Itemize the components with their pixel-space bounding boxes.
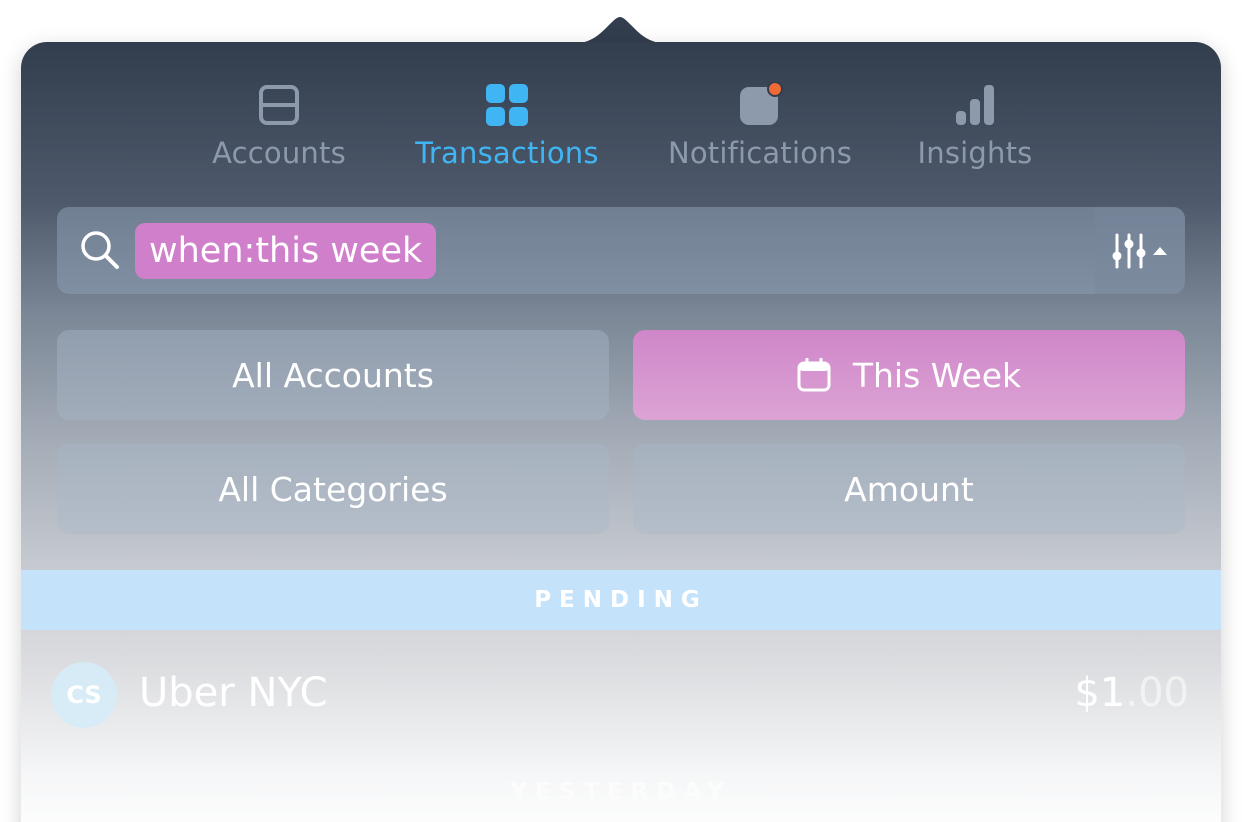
caret-up-icon: [1153, 246, 1167, 255]
all-accounts-button[interactable]: All Accounts: [57, 330, 609, 420]
insights-icon: [952, 82, 998, 128]
notifications-icon: [737, 82, 783, 128]
tab-transactions[interactable]: Transactions: [407, 82, 607, 178]
amount-cents: .00: [1125, 670, 1189, 716]
search-icon: [81, 231, 119, 269]
amount-button[interactable]: Amount: [633, 444, 1185, 534]
calendar-icon: [797, 358, 831, 392]
transactions-popover: Accounts Transactions Notifications Insi…: [21, 42, 1221, 822]
tab-bar: Accounts Transactions Notifications Insi…: [21, 82, 1221, 182]
sliders-icon: [1112, 233, 1167, 268]
tab-notifications[interactable]: Notifications: [663, 82, 857, 178]
search-token[interactable]: when:this week: [135, 223, 437, 279]
all-categories-label: All Categories: [218, 469, 448, 509]
tab-transactions-label: Transactions: [415, 136, 599, 170]
tab-insights[interactable]: Insights: [911, 82, 1039, 178]
this-week-button[interactable]: This Week: [633, 330, 1185, 420]
transaction-row[interactable]: CS Uber NYC $1.00: [21, 632, 1221, 752]
this-week-label: This Week: [852, 355, 1022, 395]
all-accounts-label: All Accounts: [232, 355, 434, 395]
avatar: CS: [51, 662, 117, 728]
transactions-icon: [484, 82, 530, 128]
all-categories-button[interactable]: All Categories: [57, 444, 609, 534]
popover-notch: [568, 17, 672, 44]
pending-section-header: PENDING: [21, 570, 1221, 630]
app-window: Accounts Transactions Notifications Insi…: [0, 0, 1242, 822]
amount-label: Amount: [844, 469, 974, 509]
amount-dollars: $1: [1074, 670, 1126, 716]
merchant-name: Uber NYC: [139, 670, 328, 716]
tab-insights-label: Insights: [917, 136, 1033, 170]
tab-accounts-label: Accounts: [212, 136, 346, 170]
tab-notifications-label: Notifications: [667, 136, 853, 170]
yesterday-section-header: YESTERDAY: [510, 779, 732, 805]
notification-badge-dot: [769, 83, 781, 95]
accounts-icon: [256, 82, 302, 128]
filter-toggle-button[interactable]: [1095, 207, 1185, 294]
transaction-amount: $1.00: [1074, 670, 1189, 716]
search-bar[interactable]: when:this week: [57, 207, 1185, 294]
tab-accounts[interactable]: Accounts: [209, 82, 349, 178]
